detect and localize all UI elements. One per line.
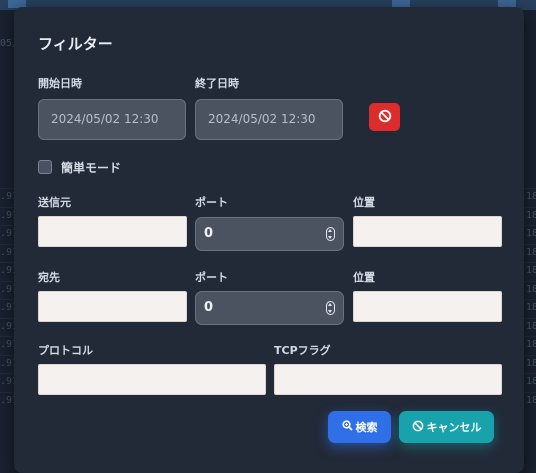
background-cell: 18 bbox=[526, 228, 536, 239]
end-datetime-input[interactable]: 2024/05/02 12:30 bbox=[195, 99, 343, 140]
destination-label: 宛先 bbox=[38, 271, 60, 284]
cancel-button[interactable]: キャンセル bbox=[399, 411, 494, 443]
source-port-input[interactable]: 0 bbox=[195, 217, 344, 251]
tcp-flag-input[interactable] bbox=[274, 364, 502, 395]
simple-mode-label: 簡単モード bbox=[61, 161, 122, 175]
destination-input[interactable] bbox=[38, 291, 187, 322]
background-cell: 18 bbox=[526, 302, 536, 313]
source-port-label: ポート bbox=[195, 196, 228, 209]
source-port-value: 0 bbox=[204, 226, 214, 241]
background-cell: 18 bbox=[526, 209, 536, 221]
source-label: 送信元 bbox=[38, 196, 71, 209]
end-datetime-label: 終了日時 bbox=[195, 77, 239, 90]
background-cell: 18 bbox=[526, 283, 536, 295]
search-button-label: 検索 bbox=[355, 421, 378, 434]
background-cell: 18 bbox=[526, 246, 536, 258]
spinner-icon[interactable] bbox=[326, 301, 335, 315]
clear-datetime-button[interactable] bbox=[369, 103, 400, 131]
source-position-label: 位置 bbox=[353, 196, 375, 209]
background-cell: 18 bbox=[526, 320, 536, 332]
source-position-input[interactable] bbox=[353, 216, 502, 247]
background-cell: 18 bbox=[526, 394, 536, 406]
protocol-label: プロトコル bbox=[38, 344, 93, 357]
background-cell: 18 bbox=[526, 191, 536, 202]
tcp-flag-label: TCPフラグ bbox=[274, 344, 331, 357]
start-datetime-input[interactable]: 2024/05/02 12:30 bbox=[38, 99, 186, 140]
source-input[interactable] bbox=[38, 216, 187, 247]
destination-port-label: ポート bbox=[195, 271, 228, 284]
ban-icon bbox=[412, 420, 424, 435]
background-cell: 18 bbox=[526, 357, 536, 369]
simple-mode-checkbox[interactable] bbox=[38, 160, 52, 174]
filter-dialog: フィルター 開始日時 2024/05/02 12:30 終了日時 2024/05… bbox=[14, 7, 524, 473]
background-cell: 18 bbox=[526, 376, 536, 387]
destination-port-value: 0 bbox=[204, 300, 214, 315]
start-datetime-label: 開始日時 bbox=[38, 77, 82, 90]
background-cell: 18 bbox=[526, 265, 536, 276]
protocol-input[interactable] bbox=[38, 364, 266, 395]
dialog-title: フィルター bbox=[38, 35, 113, 53]
cancel-button-label: キャンセル bbox=[426, 421, 482, 434]
search-button[interactable]: 検索 bbox=[328, 411, 391, 443]
destination-position-input[interactable] bbox=[353, 291, 502, 322]
spinner-icon[interactable] bbox=[326, 227, 335, 241]
destination-port-input[interactable]: 0 bbox=[195, 291, 344, 325]
search-icon bbox=[341, 420, 353, 434]
destination-position-label: 位置 bbox=[353, 271, 375, 284]
ban-icon bbox=[378, 108, 392, 127]
background-cell: 18 bbox=[526, 339, 536, 350]
